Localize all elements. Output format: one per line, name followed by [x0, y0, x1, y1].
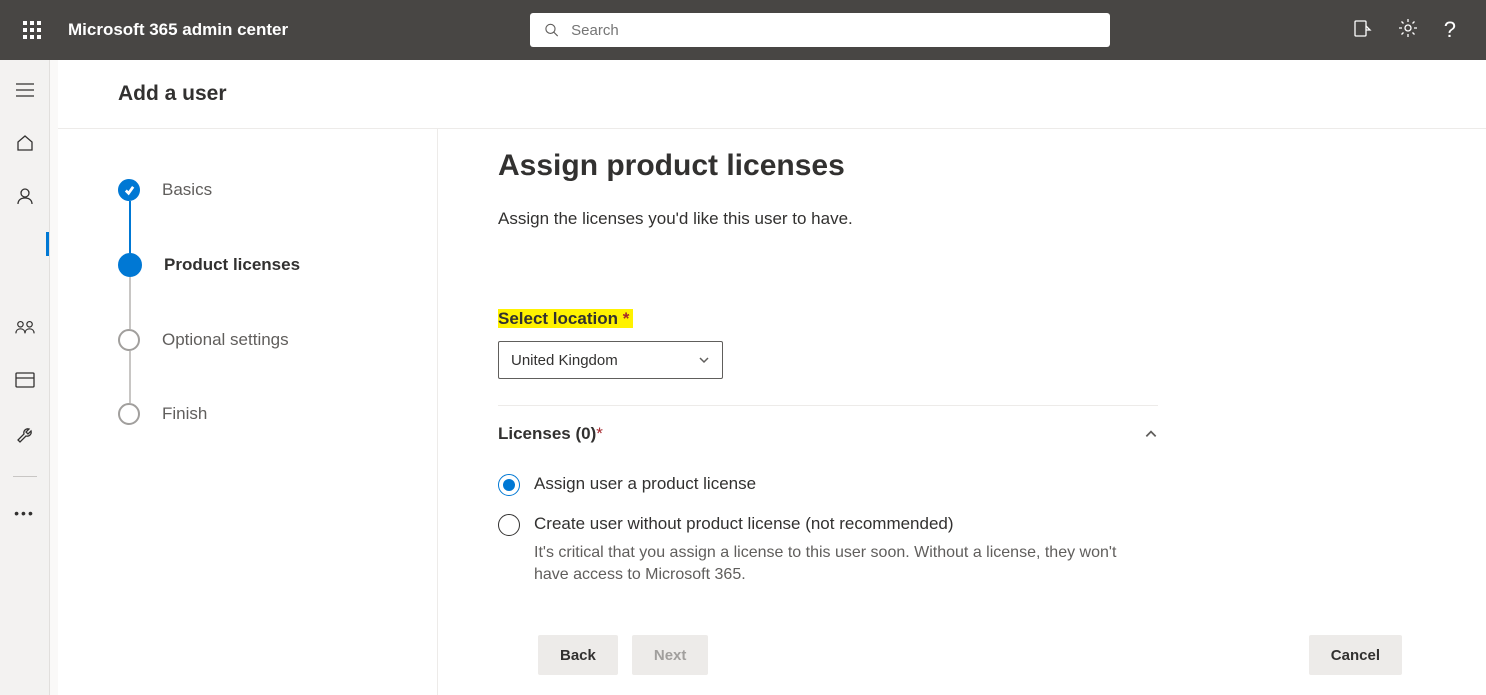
teams-icon[interactable]	[15, 317, 35, 342]
wizard-step-label: Product licenses	[164, 255, 300, 275]
hamburger-icon[interactable]	[16, 80, 34, 105]
radio-hint: It's critical that you assign a license …	[534, 542, 1134, 587]
panel-body: Basics Product licenses Optional setting…	[58, 129, 1486, 695]
chevron-up-icon	[1144, 427, 1158, 441]
wizard-steps: Basics Product licenses Optional setting…	[58, 129, 438, 695]
location-value: United Kingdom	[511, 352, 618, 369]
wizard-step-licenses[interactable]: Product licenses	[118, 253, 437, 277]
chevron-down-icon	[698, 354, 710, 366]
step-indicator-pending	[118, 329, 140, 351]
radio-indicator-selected	[498, 474, 520, 496]
search-icon	[544, 22, 559, 38]
more-icon[interactable]: •••	[14, 505, 35, 521]
search-container	[288, 13, 1352, 47]
wizard-connector	[129, 201, 131, 253]
wizard-step-finish[interactable]: Finish	[118, 403, 437, 425]
licenses-section-title: Licenses (0)*	[498, 424, 603, 444]
location-label: Select location *	[498, 309, 633, 328]
wizard-footer: Back Next Cancel	[498, 615, 1426, 695]
wizard-step-label: Optional settings	[162, 330, 289, 350]
wizard-step-label: Basics	[162, 180, 212, 200]
card-icon[interactable]	[1352, 18, 1372, 43]
main-panel: Add a user Basics Product licenses Optio…	[58, 60, 1486, 695]
search-input[interactable]	[571, 22, 1096, 39]
wizard-content: Assign product licenses Assign the licen…	[438, 129, 1486, 695]
wizard-connector	[129, 277, 131, 329]
body: ••• Add a user Basics Product licenses O	[0, 60, 1486, 695]
radio-label: Create user without product license (not…	[534, 514, 954, 534]
header-actions: ?	[1352, 17, 1474, 43]
setup-icon[interactable]	[15, 423, 35, 448]
radio-assign-license[interactable]: Assign user a product license	[498, 474, 1158, 496]
divider	[498, 405, 1158, 406]
cancel-button[interactable]: Cancel	[1309, 635, 1402, 675]
back-button[interactable]: Back	[538, 635, 618, 675]
wizard-step-optional[interactable]: Optional settings	[118, 329, 437, 351]
step-indicator-pending	[118, 403, 140, 425]
step-indicator-current	[118, 253, 142, 277]
license-options: Assign user a product license Create use…	[498, 474, 1158, 587]
left-nav-rail: •••	[0, 60, 50, 695]
app-title: Microsoft 365 admin center	[68, 20, 288, 40]
wizard-step-basics[interactable]: Basics	[118, 179, 437, 201]
radio-no-license[interactable]: Create user without product license (not…	[498, 514, 1158, 536]
check-icon	[118, 179, 140, 201]
search-box[interactable]	[530, 13, 1110, 47]
home-icon[interactable]	[15, 133, 35, 158]
rail-divider	[13, 476, 37, 477]
radio-indicator	[498, 514, 520, 536]
global-header: Microsoft 365 admin center ?	[0, 0, 1486, 60]
users-icon[interactable]	[15, 186, 35, 211]
billing-icon[interactable]	[15, 370, 35, 395]
gear-icon[interactable]	[1398, 18, 1418, 43]
location-dropdown[interactable]: United Kingdom	[498, 341, 723, 379]
next-button[interactable]: Next	[632, 635, 709, 675]
radio-label: Assign user a product license	[534, 474, 756, 494]
panel-title: Add a user	[58, 60, 1486, 129]
active-nav-marker	[46, 232, 49, 256]
app-launcher-icon[interactable]	[12, 21, 52, 39]
wizard-connector	[129, 351, 131, 403]
help-icon[interactable]: ?	[1444, 17, 1456, 43]
page-heading: Assign product licenses	[498, 149, 1158, 183]
wizard-step-label: Finish	[162, 404, 207, 424]
page-description: Assign the licenses you'd like this user…	[498, 209, 1158, 229]
licenses-section-toggle[interactable]: Licenses (0)*	[498, 424, 1158, 444]
